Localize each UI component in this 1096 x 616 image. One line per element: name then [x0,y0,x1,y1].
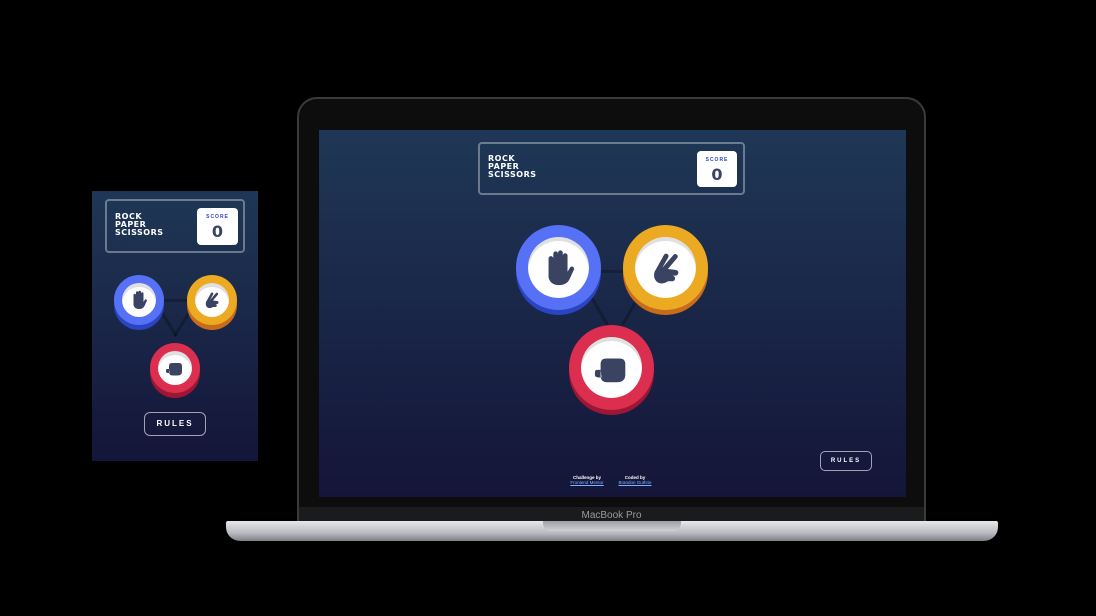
scissors-choice-button[interactable] [187,275,237,325]
score-header: ROCK PAPER SCISSORS SCORE 0 [105,199,245,253]
score-value: 0 [711,165,723,184]
rock-choice-button[interactable] [150,343,200,393]
hand-rock-icon [594,358,625,382]
hand-scissors-icon [653,253,678,283]
laptop-screen: ROCK PAPER SCISSORS SCORE 0 RULES Challe… [319,130,906,497]
rules-button[interactable]: RULES [144,412,206,436]
author-link[interactable]: Brandon Guthrie [615,480,655,485]
rock-choice-button[interactable] [569,325,654,410]
hand-rock-icon [166,363,182,376]
attribution-coded: Coded by Brandon Guthrie [615,475,655,485]
game-title: ROCK PAPER SCISSORS [115,213,164,237]
score-label: SCORE [705,157,729,163]
paper-choice-button[interactable] [516,225,601,310]
frontend-mentor-link[interactable]: Frontend Mentor [567,480,607,485]
laptop-notch [543,521,681,531]
title-line: SCISSORS [488,170,537,179]
hand-scissors-icon [205,292,219,309]
hand-paper-icon [548,249,574,285]
score-box: SCORE 0 [197,208,238,245]
title-line: SCISSORS [115,228,164,237]
laptop-model-label: MacBook Pro [581,510,642,521]
paper-choice-button[interactable] [114,275,164,325]
rules-button[interactable]: RULES [820,451,872,471]
hand-paper-icon [133,290,147,309]
score-header: ROCK PAPER SCISSORS SCORE 0 [478,142,745,195]
score-value: 0 [211,222,224,241]
score-label: SCORE [206,214,229,220]
game-title: ROCK PAPER SCISSORS [488,155,537,179]
attribution-challenge: Challenge by Frontend Mentor [567,475,607,485]
mobile-preview: ROCK PAPER SCISSORS SCORE 0 RULES [92,191,258,461]
score-box: SCORE 0 [697,151,737,187]
scissors-choice-button[interactable] [623,225,708,310]
